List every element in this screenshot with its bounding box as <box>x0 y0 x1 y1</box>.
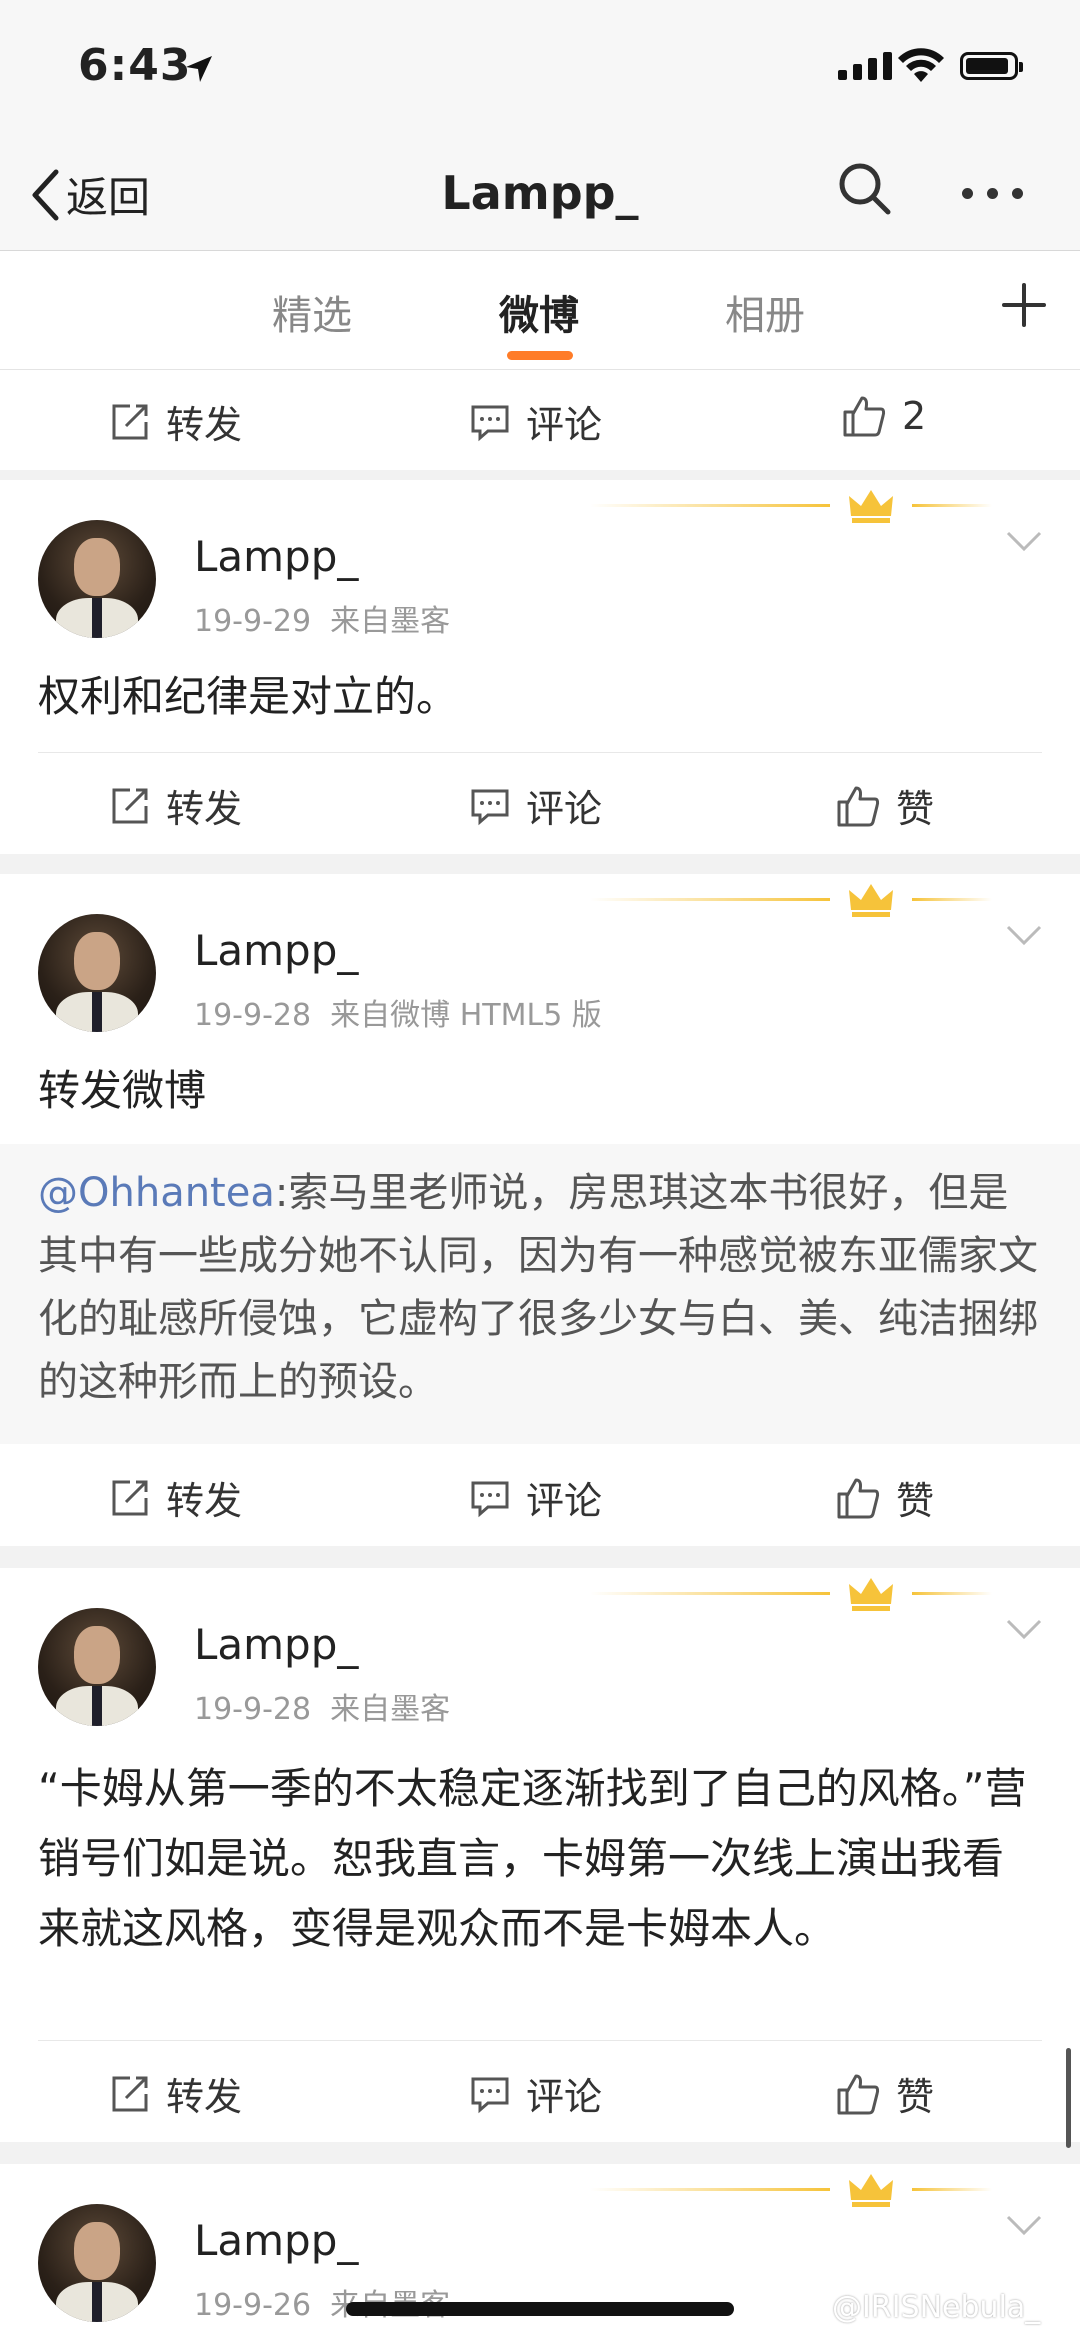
crown-icon <box>849 2174 893 2207</box>
page-title: Lampp_ <box>441 166 639 220</box>
crown-decoration <box>590 1574 1010 1614</box>
post-source: 来自墨客 <box>330 604 451 639</box>
like-label: 赞 <box>896 2075 935 2119</box>
crown-decoration <box>590 880 1010 920</box>
post-text: 权利和纪律是对立的。 <box>38 672 459 721</box>
author-name[interactable]: Lampp_ <box>194 2216 358 2265</box>
post-date: 19-9-28 <box>194 1692 312 1727</box>
repost-label: 转发 <box>166 2075 243 2119</box>
like-label: 赞 <box>896 1479 935 1523</box>
thumbs-up-icon <box>837 786 880 826</box>
action-row: 转发 评论 2 <box>0 370 1080 470</box>
tab-bar: 精选 微博 相册 <box>0 251 1080 370</box>
mention-link[interactable]: @Ohhantea <box>38 1170 275 1216</box>
repost-button[interactable]: 转发 <box>110 394 242 449</box>
comment-icon <box>471 2077 509 2113</box>
like-button[interactable]: 赞 <box>836 1470 934 1525</box>
comment-button[interactable]: 评论 <box>470 1470 602 1525</box>
repost-icon <box>112 1480 148 1515</box>
post-source: 来自墨客 <box>330 1692 451 1727</box>
avatar[interactable] <box>38 914 156 1032</box>
crown-decoration <box>590 486 1010 526</box>
comment-label: 评论 <box>526 787 603 831</box>
post-meta: 19-9-28 来自墨客 <box>194 1684 450 1728</box>
crown-icon <box>849 1578 893 1611</box>
post-date: 19-9-29 <box>194 604 312 639</box>
home-indicator[interactable] <box>346 2302 734 2316</box>
thumbs-up-icon <box>843 396 886 437</box>
thumbs-up-icon <box>837 1478 880 1518</box>
scroll-indicator[interactable] <box>1066 2048 1071 2148</box>
like-count: 2 <box>902 394 927 438</box>
comment-label: 评论 <box>526 403 603 447</box>
repost-button[interactable]: 转发 <box>110 778 242 833</box>
post-meta: 19-9-28 来自微博 HTML5 版 <box>194 990 602 1034</box>
tab-album[interactable]: 相册 <box>725 283 805 341</box>
comment-button[interactable]: 评论 <box>470 778 602 833</box>
avatar[interactable] <box>38 1608 156 1726</box>
status-bar: 6:43 <box>0 0 1080 130</box>
plus-icon[interactable] <box>1000 281 1048 329</box>
chevron-down-icon[interactable] <box>1006 530 1042 552</box>
more-icon[interactable] <box>962 188 1023 199</box>
chevron-down-icon[interactable] <box>1006 2214 1042 2236</box>
comment-icon <box>471 1481 509 1517</box>
action-row: 转发 评论 赞 <box>0 2042 1080 2142</box>
like-label: 赞 <box>896 787 935 831</box>
active-tab-indicator <box>507 351 573 360</box>
post-card: Lampp_ 19-9-28 来自微博 HTML5 版 转发微博 @Ohhant… <box>0 874 1080 1546</box>
search-icon[interactable] <box>836 160 892 216</box>
repost-icon <box>112 404 148 439</box>
comment-label: 评论 <box>526 2075 603 2119</box>
location-arrow-icon <box>186 56 212 82</box>
post-card: Lampp_ 19-9-28 来自墨客 “卡姆从第一季的不太稳定逐渐找到了自己的… <box>0 1568 1080 2142</box>
post-date: 19-9-26 <box>194 2288 312 2323</box>
comment-icon <box>471 789 509 825</box>
post-card: Lampp_ 19-9-29 来自墨客 权利和纪律是对立的。 转发 评论 赞 <box>0 480 1080 854</box>
repost-label: 转发 <box>166 1479 243 1523</box>
repost-box[interactable]: @Ohhantea:索马里老师说，房思琪这本书很好，但是其中有一些成分她不认同，… <box>0 1144 1080 1444</box>
crown-icon <box>849 884 893 917</box>
post-text: “卡姆从第一季的不太稳定逐渐找到了自己的风格。”营销号们如是说。恕我直言，卡姆第… <box>38 1764 1027 1953</box>
status-time: 6:43 <box>78 40 192 91</box>
chevron-down-icon[interactable] <box>1006 924 1042 946</box>
repost-label: 转发 <box>166 787 243 831</box>
crown-decoration <box>590 2170 1010 2210</box>
repost-icon <box>112 2076 148 2111</box>
crown-icon <box>849 490 893 523</box>
action-row: 转发 评论 赞 <box>0 754 1080 854</box>
post-date: 19-9-28 <box>194 998 312 1033</box>
repost-icon <box>112 788 148 823</box>
battery-icon <box>960 52 1023 80</box>
post-source: 来自微博 HTML5 版 <box>330 998 602 1033</box>
like-button[interactable]: 赞 <box>836 2066 934 2121</box>
watermark: @IRISNebula_ <box>832 2290 1041 2325</box>
comment-label: 评论 <box>526 1479 603 1523</box>
cellular-signal-icon <box>838 52 892 80</box>
thumbs-up-icon <box>837 2074 880 2114</box>
author-name[interactable]: Lampp_ <box>194 1620 358 1669</box>
action-row: 转发 评论 赞 <box>0 1446 1080 1546</box>
post-meta: 19-9-29 来自墨客 <box>194 596 450 640</box>
author-name[interactable]: Lampp_ <box>194 926 358 975</box>
post-text: 转发微博 <box>38 1066 207 1115</box>
tab-featured[interactable]: 精选 <box>272 283 352 341</box>
avatar[interactable] <box>38 2204 156 2322</box>
avatar[interactable] <box>38 520 156 638</box>
repost-button[interactable]: 转发 <box>110 1470 242 1525</box>
comment-icon <box>471 405 509 441</box>
like-button[interactable]: 2 <box>842 394 926 438</box>
repost-text: @Ohhantea:索马里老师说，房思琪这本书很好，但是其中有一些成分她不认同，… <box>38 1162 1042 1414</box>
comment-button[interactable]: 评论 <box>470 2066 602 2121</box>
wifi-icon <box>898 48 944 82</box>
nav-bar: 返回 Lampp_ <box>0 130 1080 251</box>
repost-button[interactable]: 转发 <box>110 2066 242 2121</box>
author-name[interactable]: Lampp_ <box>194 532 358 581</box>
tab-weibo[interactable]: 微博 <box>499 283 579 341</box>
comment-button[interactable]: 评论 <box>470 394 602 449</box>
repost-label: 转发 <box>166 403 243 447</box>
chevron-down-icon[interactable] <box>1006 1618 1042 1640</box>
like-button[interactable]: 赞 <box>836 778 934 833</box>
